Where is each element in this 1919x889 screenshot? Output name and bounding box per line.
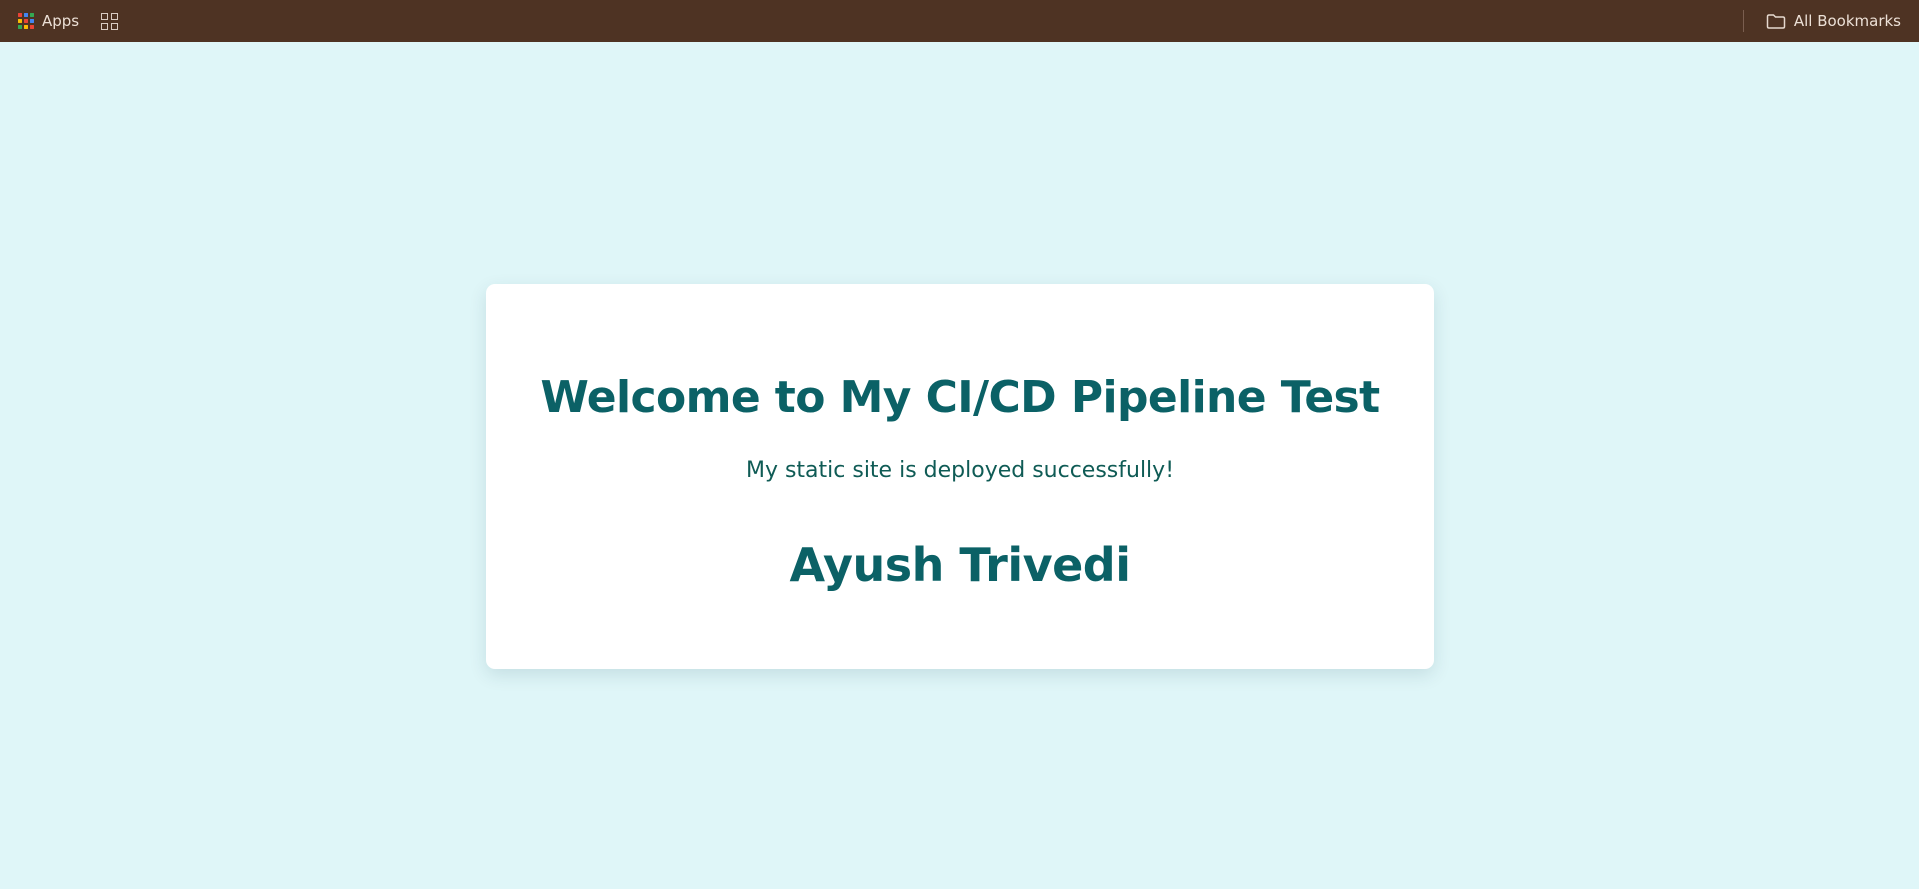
tab-groups-icon[interactable] (101, 12, 119, 30)
bookmarks-bar: Apps All Bookmarks (0, 0, 1919, 42)
author-name: Ayush Trivedi (789, 538, 1132, 592)
apps-grid-icon (18, 13, 34, 29)
deployment-message: My static site is deployed successfully! (745, 458, 1175, 483)
folder-icon (1766, 13, 1786, 29)
apps-label: Apps (42, 12, 80, 30)
page-title: Welcome to My CI/CD Pipeline Test (540, 372, 1380, 423)
all-bookmarks-button[interactable]: All Bookmarks (1764, 6, 1903, 36)
apps-shortcut[interactable]: Apps (16, 6, 81, 36)
content-card: Welcome to My CI/CD Pipeline Test My sta… (486, 284, 1434, 669)
all-bookmarks-label: All Bookmarks (1793, 12, 1901, 30)
bookmarks-separator (1742, 10, 1744, 32)
